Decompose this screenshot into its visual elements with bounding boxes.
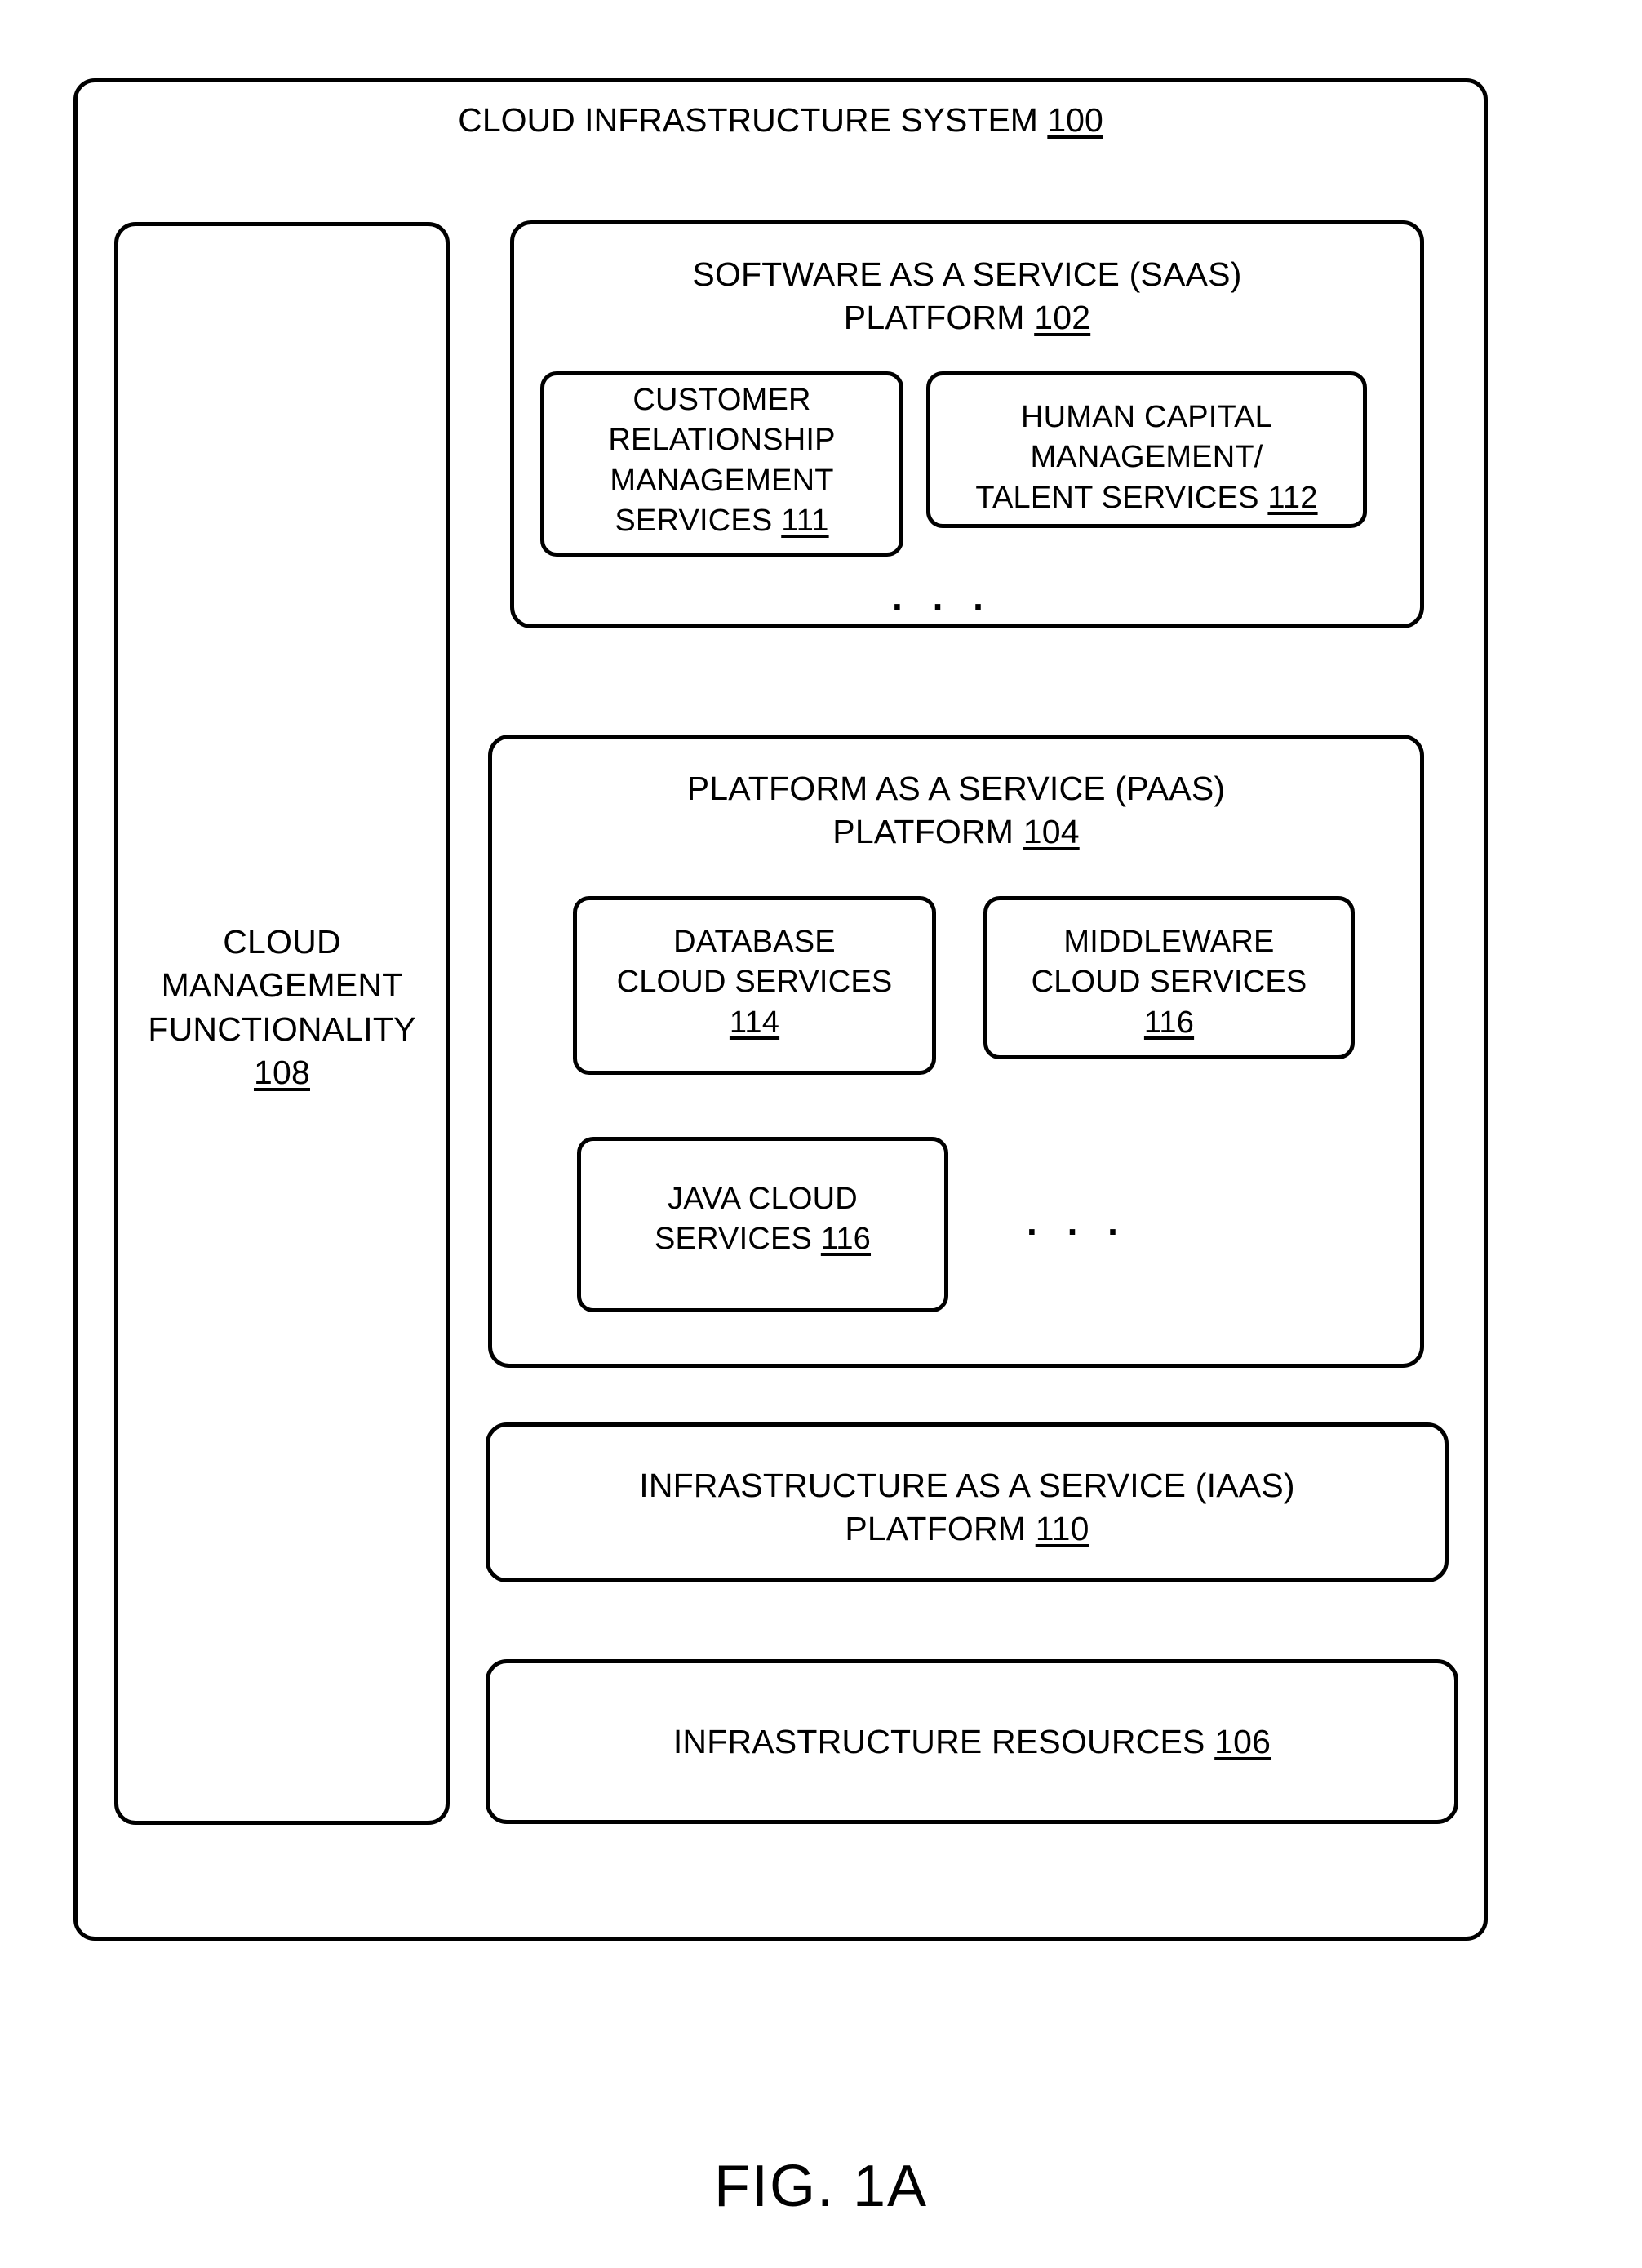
hcm-talent-services-ref: 112 xyxy=(1267,480,1318,515)
infrastructure-resources-text: INFRASTRUCTURE RESOURCES xyxy=(672,1723,1215,1760)
paas-more-services-ellipsis: . . . xyxy=(1027,1201,1128,1243)
crm-services-ref: 111 xyxy=(781,504,829,539)
paas-platform-title-text: PLATFORM AS A SERVICE (PAAS) PLATFORM xyxy=(686,770,1226,851)
saas-more-services-ellipsis: . . . xyxy=(892,575,993,618)
infrastructure-resources-ref: 106 xyxy=(1214,1723,1271,1760)
figure-caption: FIG. 1A xyxy=(713,2154,929,2219)
iaas-platform-title: INFRASTRUCTURE AS A SERVICE (IAAS) PLATF… xyxy=(486,1464,1449,1551)
database-cloud-services-label: DATABASE CLOUD SERVICES 114 xyxy=(573,922,936,1043)
crm-services-label: CUSTOMER RELATIONSHIP MANAGEMENT SERVICE… xyxy=(540,380,903,542)
cloud-infrastructure-system-title-text: CLOUD INFRASTRUCTURE SYSTEM xyxy=(458,101,1048,139)
saas-platform-ref: 102 xyxy=(1034,299,1091,337)
cloud-management-functionality-label: CLOUD MANAGEMENT FUNCTIONALITY 108 xyxy=(114,921,450,1094)
middleware-cloud-services-label: MIDDLEWARE CLOUD SERVICES 116 xyxy=(983,922,1355,1043)
hcm-talent-services-label: HUMAN CAPITAL MANAGEMENT/ TALENT SERVICE… xyxy=(926,397,1367,518)
middleware-cloud-services-ref: 116 xyxy=(1143,1005,1195,1040)
middleware-cloud-services-text: MIDDLEWARE CLOUD SERVICES xyxy=(1031,925,1307,1000)
paas-platform-title: PLATFORM AS A SERVICE (PAAS) PLATFORM 10… xyxy=(488,767,1424,854)
saas-platform-title: SOFTWARE AS A SERVICE (SAAS) PLATFORM 10… xyxy=(510,253,1424,340)
cloud-infrastructure-system-ref: 100 xyxy=(1047,101,1103,139)
java-cloud-services-label: JAVA CLOUD SERVICES 116 xyxy=(577,1179,948,1260)
hcm-talent-services-text: HUMAN CAPITAL MANAGEMENT/ TALENT SERVICE… xyxy=(975,400,1273,515)
iaas-platform-title-text: INFRASTRUCTURE AS A SERVICE (IAAS) PLATF… xyxy=(639,1467,1295,1548)
paas-platform-ref: 104 xyxy=(1023,813,1080,851)
database-cloud-services-text: DATABASE CLOUD SERVICES xyxy=(616,925,893,1000)
cloud-management-functionality-ref: 108 xyxy=(253,1053,310,1091)
java-cloud-services-ref: 116 xyxy=(820,1222,872,1257)
iaas-platform-ref: 110 xyxy=(1035,1510,1089,1548)
infrastructure-resources-title: INFRASTRUCTURE RESOURCES 106 xyxy=(486,1720,1458,1764)
cloud-management-functionality-text: CLOUD MANAGEMENT FUNCTIONALITY xyxy=(148,923,416,1048)
patent-figure-1a: CLOUD INFRASTRUCTURE SYSTEM 100 CLOUD MA… xyxy=(0,0,1642,2268)
cloud-infrastructure-system-title: CLOUD INFRASTRUCTURE SYSTEM 100 xyxy=(73,101,1488,140)
saas-platform-title-text: SOFTWARE AS A SERVICE (SAAS) PLATFORM xyxy=(692,255,1242,337)
database-cloud-services-ref: 114 xyxy=(729,1005,780,1040)
